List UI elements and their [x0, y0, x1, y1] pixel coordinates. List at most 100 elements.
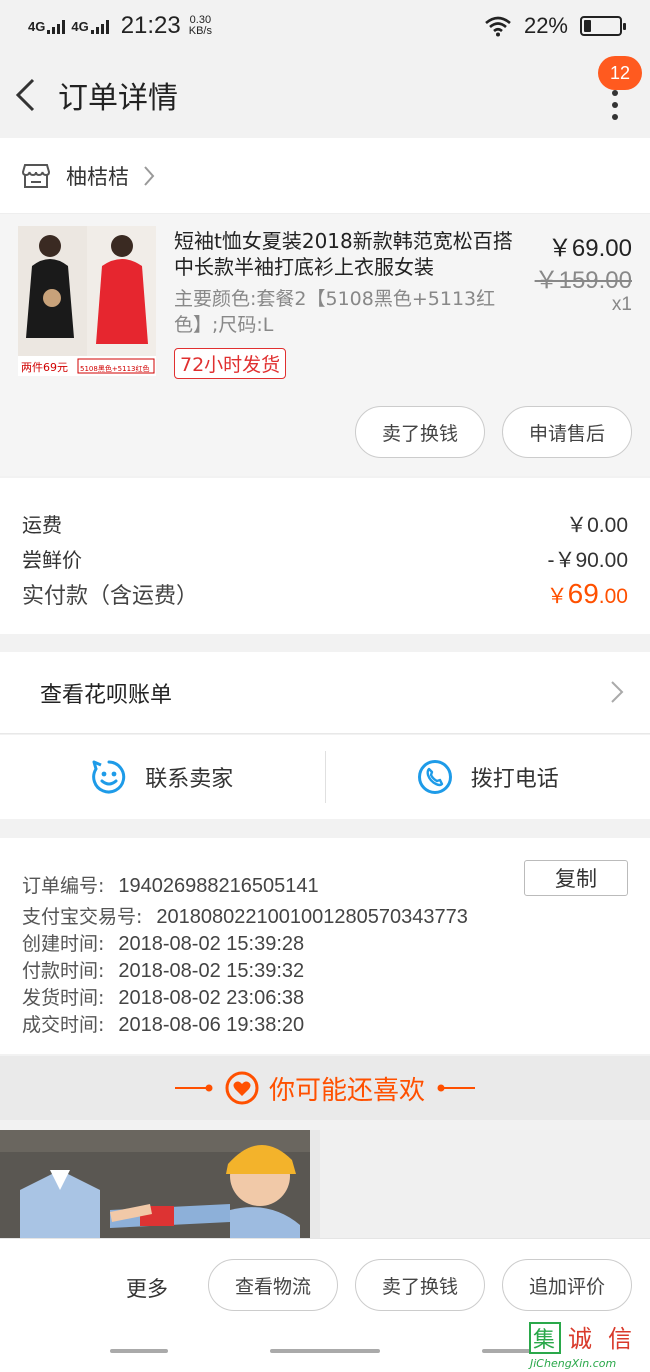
more-dot-icon	[612, 114, 618, 120]
resell-button[interactable]: 卖了换钱	[355, 406, 485, 458]
watermark-url: JiChengXin.com	[528, 1357, 616, 1370]
clock: 21:23	[120, 12, 181, 39]
discount-value: -￥90.00	[547, 548, 628, 572]
watermark-char-3: 信	[608, 1325, 632, 1353]
shipping-fee-value: ￥0.00	[566, 513, 628, 537]
product-photo	[0, 1130, 320, 1238]
shop-name: 柚桔桔	[66, 164, 129, 189]
network-speed-unit: KB/s	[188, 25, 212, 37]
more-dot-icon	[612, 102, 618, 108]
paid-time-row: 付款时间: 2018-08-02 15:39:32	[22, 958, 628, 985]
store-icon	[22, 163, 50, 188]
recommended-product-image[interactable]	[0, 1130, 320, 1238]
completed-time-row: 成交时间: 2018-08-06 19:38:20	[22, 1012, 628, 1039]
message-count-badge[interactable]: 12	[598, 56, 642, 90]
alipay-number: 2018080221001001280570343773	[156, 906, 468, 928]
shipping-fee-row: 运费 ￥0.00	[22, 506, 628, 541]
discount-row: 尝鲜价 -￥90.00	[22, 541, 628, 576]
recommendation-header: 你可能还喜欢	[0, 1056, 650, 1120]
order-item[interactable]: 两件69元 5108黑色+5113红色 短袖t恤女夏装2018新款韩范宽松百搭中…	[0, 214, 650, 476]
created-time: 2018-08-02 15:39:28	[118, 933, 305, 955]
discount-label: 尝鲜价	[22, 548, 82, 572]
contact-bar: 联系卖家 拨打电话	[0, 735, 650, 819]
battery-percent: 22%	[523, 13, 568, 38]
chevron-right-icon	[144, 165, 155, 186]
order-number: 194026988216505141	[118, 875, 319, 897]
watermark-char-1: 集	[533, 1328, 555, 1353]
signal-indicator-1: 4G	[28, 18, 66, 34]
chat-face-icon	[92, 760, 126, 794]
after-sales-button[interactable]: 申请售后	[502, 406, 632, 458]
huabei-bill-label: 查看花呗账单	[40, 682, 173, 708]
shop-row[interactable]: 柚桔桔	[0, 138, 650, 214]
thumb-caption: 两件69元	[21, 361, 68, 374]
signal-bars-icon	[90, 19, 109, 34]
signal-indicator-2: 4G	[71, 18, 109, 34]
chevron-right-icon	[611, 681, 624, 703]
nav-gesture-bar	[270, 1349, 380, 1353]
wifi-icon	[485, 16, 511, 37]
shipping-time-tag: 72小时发货	[174, 348, 287, 379]
shipped-time-row: 发货时间: 2018-08-02 23:06:38	[22, 985, 628, 1012]
completed-time: 2018-08-06 19:38:20	[118, 1014, 305, 1036]
heart-icon	[225, 1071, 259, 1105]
shipped-time: 2018-08-02 23:06:38	[118, 987, 305, 1009]
arrow-line-icon	[174, 1084, 213, 1092]
total-currency: ￥	[546, 584, 568, 608]
arrow-line-icon	[437, 1084, 475, 1092]
contact-seller-button[interactable]: 联系卖家	[0, 735, 325, 819]
product-title[interactable]: 短袖t恤女夏装2018新款韩范宽松百搭中长款半袖打底衫上衣服女装	[174, 228, 519, 280]
call-phone-button[interactable]: 拨打电话	[326, 735, 650, 819]
bottom-action-bar: 更多 查看物流 卖了换钱 追加评价 集 诚 信 JiChengXin.com	[0, 1238, 650, 1372]
battery-level-fill	[584, 20, 591, 32]
fee-summary: 运费 ￥0.00 尝鲜价 -￥90.00 实付款（含运费） ￥69.00	[0, 478, 650, 634]
network-type-label: 4G	[28, 18, 46, 34]
recommendation-title: 你可能还喜欢	[268, 1075, 425, 1106]
product-spec: 主要颜色:套餐2【5108黑色+5113红色】;尺码:L	[174, 288, 496, 336]
navigation-bar: 订单详情 12	[0, 52, 650, 138]
total-paid-label: 实付款（含运费）	[22, 583, 199, 609]
watermark-char-2: 诚	[568, 1325, 592, 1353]
product-price: ￥69.00	[547, 235, 632, 262]
network-type-label: 4G	[71, 18, 89, 34]
resell-button[interactable]: 卖了换钱	[355, 1259, 485, 1311]
total-integer: 69	[567, 577, 599, 609]
view-logistics-button[interactable]: 查看物流	[208, 1259, 338, 1311]
network-speed: 0.30 KB/s	[189, 15, 212, 37]
thumb-subcaption: 5108黑色+5113红色	[80, 364, 150, 373]
alipay-number-label: 支付宝交易号:	[22, 906, 143, 928]
battery-icon	[580, 16, 626, 36]
product-image: 两件69元 5108黑色+5113红色	[18, 226, 156, 376]
contact-seller-label: 联系卖家	[145, 767, 234, 792]
shipping-fee-label: 运费	[22, 513, 62, 537]
signal-bars-icon	[47, 19, 66, 34]
page-title: 订单详情	[58, 81, 178, 116]
total-paid-value: ￥69.00	[547, 578, 628, 610]
completed-time-label: 成交时间:	[22, 1014, 105, 1036]
paid-time: 2018-08-02 15:39:32	[118, 960, 305, 982]
original-price: ￥159.00	[534, 267, 632, 294]
nav-gesture-bar	[110, 1349, 168, 1353]
alipay-number-row: 支付宝交易号: 2018080221001001280570343773	[22, 904, 628, 931]
phone-icon	[417, 760, 452, 794]
chevron-left-icon	[15, 78, 35, 112]
total-paid-row: 实付款（含运费） ￥69.00	[22, 576, 628, 611]
status-bar: 4G 4G 21:23 0.30 KB/s 22%	[0, 0, 650, 52]
copy-order-number-button[interactable]: 复制	[524, 860, 628, 896]
order-number-label: 订单编号:	[22, 875, 105, 897]
shipped-time-label: 发货时间:	[22, 987, 105, 1009]
add-review-button[interactable]: 追加评价	[502, 1259, 632, 1311]
call-phone-label: 拨打电话	[470, 767, 559, 792]
more-menu-button[interactable]	[610, 90, 620, 120]
huabei-bill-row[interactable]: 查看花呗账单	[0, 652, 650, 734]
back-button[interactable]	[14, 75, 44, 115]
more-dot-icon	[612, 90, 618, 96]
product-quantity: x1	[611, 294, 632, 315]
watermark-logo: 集 诚 信 JiChengXin.com	[528, 1322, 632, 1370]
created-time-row: 创建时间: 2018-08-02 15:39:28	[22, 931, 628, 958]
paid-time-label: 付款时间:	[22, 960, 105, 982]
more-actions-button[interactable]: 更多	[126, 1273, 168, 1303]
product-thumbnail[interactable]: 两件69元 5108黑色+5113红色	[18, 226, 156, 376]
created-time-label: 创建时间:	[22, 933, 105, 955]
order-info: 订单编号: 194026988216505141 支付宝交易号: 201808022…	[0, 838, 650, 1054]
